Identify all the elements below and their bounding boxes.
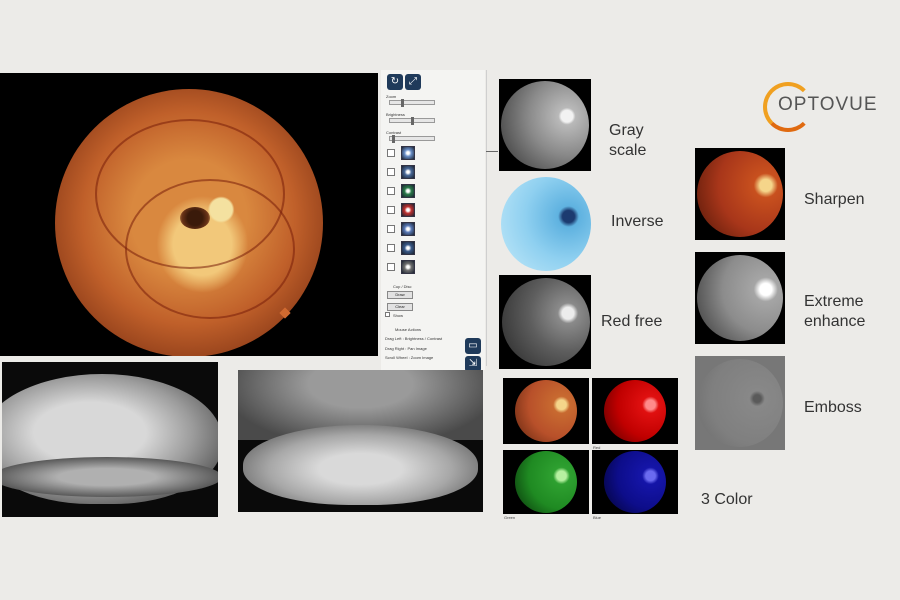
connector-line <box>486 151 498 152</box>
emboss-filter-icon[interactable] <box>401 260 415 274</box>
emboss-thumbnail[interactable] <box>695 356 785 450</box>
clear-button[interactable]: Clear <box>387 303 413 311</box>
filter-checkbox-7[interactable] <box>387 263 395 271</box>
channel-filter-icon[interactable] <box>401 203 415 217</box>
filter-checkbox-6[interactable] <box>387 244 395 252</box>
control-panel: ↻ ⤢ Zoom Brightness Contrast Cup / Disc … <box>381 70 485 372</box>
extreme-enhance-thumbnail[interactable] <box>695 252 785 344</box>
emboss-label: Emboss <box>804 399 862 416</box>
sharpen-thumbnail[interactable] <box>695 148 785 240</box>
gray-scale-label-line1: Gray <box>609 122 644 139</box>
fundus-blue-channel <box>604 451 666 513</box>
filter-checkbox-4[interactable] <box>387 206 395 214</box>
mouse-actions-label: Mouse Actions <box>395 327 422 332</box>
zoom-label: Zoom <box>386 94 397 99</box>
fundus-color-original <box>515 380 577 442</box>
lip-image-right <box>238 370 483 512</box>
filter-checkbox-1[interactable] <box>387 149 395 157</box>
sharpen-label: Sharpen <box>804 191 865 208</box>
blue-channel-thumbnail[interactable] <box>592 450 678 514</box>
grayscale-filter-icon[interactable] <box>401 165 415 179</box>
gray-scale-thumbnail[interactable] <box>499 79 591 171</box>
extreme-enhance-label-line2: enhance <box>804 313 866 330</box>
fundus-gray <box>501 81 589 169</box>
divider-line <box>486 70 487 366</box>
gray-scale-label-line2: scale <box>609 142 647 159</box>
inverse-thumbnail[interactable] <box>499 173 591 273</box>
fundus-extreme-enhance <box>697 255 783 341</box>
red-channel-thumbnail[interactable] <box>592 378 678 444</box>
fit-screen-icon[interactable]: ⤢ <box>405 74 421 90</box>
filter-checkbox-3[interactable] <box>387 187 395 195</box>
optovue-logo-text: OPTOVUE <box>778 94 878 115</box>
lesion-marker <box>180 207 210 229</box>
rotate-icon[interactable]: ↻ <box>387 74 403 90</box>
blue-channel-caption: Blue <box>593 515 602 520</box>
red-free-thumbnail[interactable] <box>499 275 591 369</box>
rgb-filter-icon[interactable] <box>401 184 415 198</box>
brightness-label: Brightness <box>386 112 405 117</box>
draw-button[interactable]: Draw <box>387 291 413 299</box>
green-channel-caption: Green <box>504 515 516 520</box>
brightness-slider-knob[interactable] <box>411 117 414 125</box>
three-color-grid: Red Green Blue <box>501 376 681 520</box>
screen-icon[interactable]: ▭ <box>465 338 481 354</box>
filter-checkbox-2[interactable] <box>387 168 395 176</box>
contrast-slider[interactable] <box>389 135 435 143</box>
fundus-red-channel <box>604 380 666 442</box>
enhance-filter-icon[interactable] <box>401 241 415 255</box>
show-checkbox[interactable] <box>385 312 390 317</box>
zoom-slider-knob[interactable] <box>401 99 404 107</box>
inverse-label: Inverse <box>611 213 664 230</box>
hint-scroll: Scroll Wheel : Zoom Image <box>385 355 434 360</box>
extreme-enhance-label-line1: Extreme <box>804 293 864 310</box>
color-filter-icon[interactable] <box>401 146 415 160</box>
contrast-slider-knob[interactable] <box>392 135 395 143</box>
fundus-emboss <box>697 359 783 447</box>
three-color-label: 3 Color <box>701 491 753 508</box>
lip-image-left <box>2 362 218 517</box>
fundus-inverse <box>501 177 591 271</box>
zoom-slider[interactable] <box>389 99 435 107</box>
green-channel-thumbnail[interactable] <box>503 450 589 514</box>
main-image-viewer[interactable] <box>0 73 378 356</box>
fundus-green-channel <box>515 451 577 513</box>
fundus-sharpen <box>697 151 783 237</box>
color-original-thumbnail[interactable] <box>503 378 589 444</box>
cup-disc-label: Cup / Disc <box>393 284 412 289</box>
show-label: Show <box>393 313 404 318</box>
inverse-filter-icon[interactable] <box>401 222 415 236</box>
filter-checkbox-5[interactable] <box>387 225 395 233</box>
hint-drag-left: Drag Left : Brightness / Contrast <box>385 336 443 341</box>
red-free-label: Red free <box>601 313 663 330</box>
brightness-slider[interactable] <box>389 117 435 125</box>
hint-drag-right: Drag Right : Pan Image <box>385 346 427 351</box>
fundus-red-free <box>502 278 590 366</box>
